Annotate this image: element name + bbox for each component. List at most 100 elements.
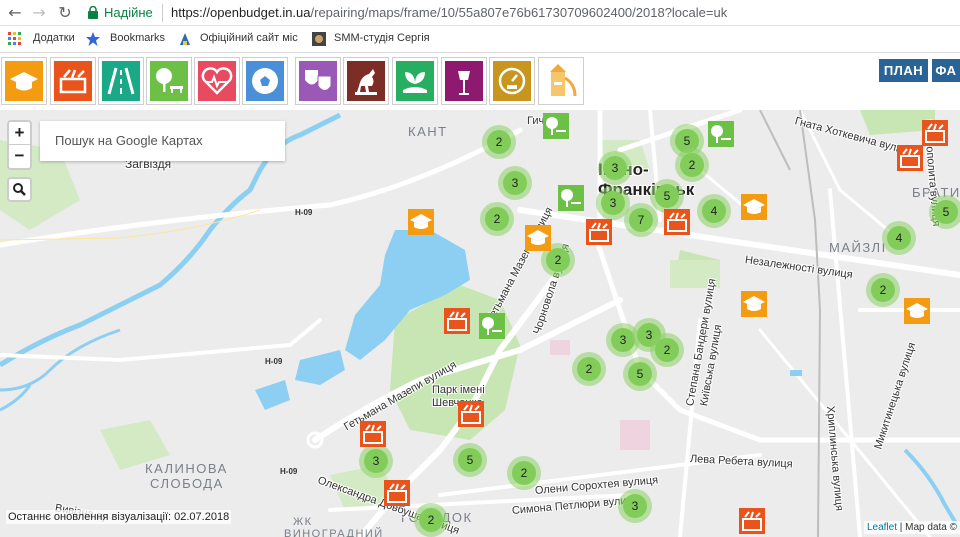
map-cluster[interactable]: 5 [929,195,960,229]
map-cluster[interactable]: 4 [882,221,916,255]
map-cluster[interactable]: 4 [697,194,731,228]
google-maps-search-input[interactable]: Пошук на Google Картах [40,121,285,161]
category-road[interactable] [98,57,144,105]
map-cluster[interactable]: 3 [618,489,652,523]
map-cluster[interactable]: 2 [675,148,709,182]
category-ecology[interactable] [392,57,438,105]
map-cluster[interactable]: 3 [359,444,393,478]
map-cluster[interactable]: 2 [572,352,606,386]
category-culture[interactable] [295,57,341,105]
repair-marker-icon[interactable] [458,401,484,427]
repair-marker-icon[interactable] [384,480,410,506]
culture-icon [299,61,337,101]
map-cluster[interactable]: 2 [414,503,448,537]
park-marker-icon[interactable] [558,185,584,211]
category-education[interactable] [1,57,47,105]
cluster-count: 3 [603,156,627,180]
bookmarks-bar: Додатки Bookmarks Офіційний сайт міс SMM… [0,26,960,53]
cluster-count: 4 [702,199,726,223]
reload-icon[interactable]: ↻ [54,2,76,24]
zoom-control: + − [7,120,32,170]
map-cluster[interactable]: 2 [507,456,541,490]
park-label: Парк імені [432,384,485,396]
leaflet-link[interactable]: Leaflet [867,522,897,533]
repair-marker-icon[interactable] [897,145,923,171]
category-playground[interactable] [538,57,584,105]
map-cluster[interactable]: 5 [623,357,657,391]
monument-icon [347,61,385,101]
education-marker-icon[interactable] [408,209,434,235]
highway-label: H-09 [295,208,313,217]
map-cluster[interactable]: 5 [650,179,684,213]
back-icon[interactable]: ← [4,2,26,24]
map-cluster[interactable]: 5 [453,443,487,477]
map-cluster[interactable]: 3 [498,166,532,200]
map-search-button[interactable] [7,177,32,202]
repair-marker-icon[interactable] [922,120,948,146]
smm-icon[interactable] [312,32,326,46]
bookmark-official-site[interactable]: Офіційний сайт міс [200,32,298,44]
url-field[interactable]: https://openbudget.in.ua/repairing/maps/… [171,5,727,20]
cluster-count: 2 [577,357,601,381]
fa-button[interactable]: ФА [932,59,960,82]
education-marker-icon[interactable] [525,225,551,251]
cluster-count: 3 [364,449,388,473]
official-site-icon[interactable] [178,32,192,46]
search-icon [13,183,26,196]
secure-label[interactable]: Надійне [104,5,153,20]
bookmark-apps[interactable]: Додатки [33,32,75,44]
map-cluster[interactable]: 2 [482,125,516,159]
bookmark-smm[interactable]: SMM-студія Сергія [334,32,430,44]
map-cluster[interactable]: 2 [866,273,900,307]
repair-marker-icon[interactable] [664,209,690,235]
repair-marker-icon[interactable] [360,421,386,447]
park-marker-icon[interactable] [708,121,734,147]
cluster-count: 4 [887,226,911,250]
category-health[interactable] [194,57,240,105]
map-cluster[interactable]: 7 [624,203,658,237]
star-icon[interactable] [86,32,100,46]
attribution-text: | Map data © [897,522,957,533]
category-meter[interactable] [489,57,535,105]
park-marker-icon[interactable] [479,313,505,339]
category-toolbar: ПЛАН ФА [0,54,960,110]
map-cluster[interactable]: 2 [650,333,684,367]
cluster-count: 7 [629,208,653,232]
highway-label: H-09 [280,467,298,476]
ecology-icon [396,61,434,101]
cluster-count: 2 [512,461,536,485]
plan-button[interactable]: ПЛАН [879,59,928,82]
category-park[interactable] [146,57,192,105]
bookmark-bookmarks[interactable]: Bookmarks [110,32,165,44]
category-monument[interactable] [343,57,389,105]
zoom-out-button[interactable]: − [9,145,30,168]
map-canvas[interactable]: КАНТ БРАТИ МАЙЗЛІ КАЛИНОВА СЛОБОДА ГОРОД… [0,110,960,537]
repair-marker-icon[interactable] [586,219,612,245]
repair-marker-icon[interactable] [739,508,765,534]
education-marker-icon[interactable] [904,298,930,324]
lighting-icon [445,61,483,101]
park-marker-icon[interactable] [543,113,569,139]
repair-marker-icon[interactable] [444,308,470,334]
forward-icon[interactable]: → [28,2,50,24]
category-lighting[interactable] [441,57,487,105]
cluster-count: 2 [655,338,679,362]
cluster-count: 5 [628,362,652,386]
category-repair[interactable] [50,57,96,105]
zoom-in-button[interactable]: + [9,122,30,145]
last-update-label: Останнє оновлення візуалізації: 02.07.20… [6,510,232,524]
lock-icon[interactable] [88,6,98,19]
park-icon [150,61,188,101]
cluster-count: 2 [546,248,570,272]
cluster-count: 2 [487,130,511,154]
playground-icon [542,61,580,101]
map-attribution: Leaflet | Map data © [863,521,960,534]
cluster-count: 3 [503,171,527,195]
apps-grid-icon[interactable] [8,32,22,46]
map-cluster[interactable]: 2 [480,202,514,236]
education-marker-icon[interactable] [741,291,767,317]
map-cluster[interactable]: 3 [598,151,632,185]
district-label: КАНТ [408,124,448,139]
category-sport[interactable] [242,57,288,105]
education-marker-icon[interactable] [741,194,767,220]
